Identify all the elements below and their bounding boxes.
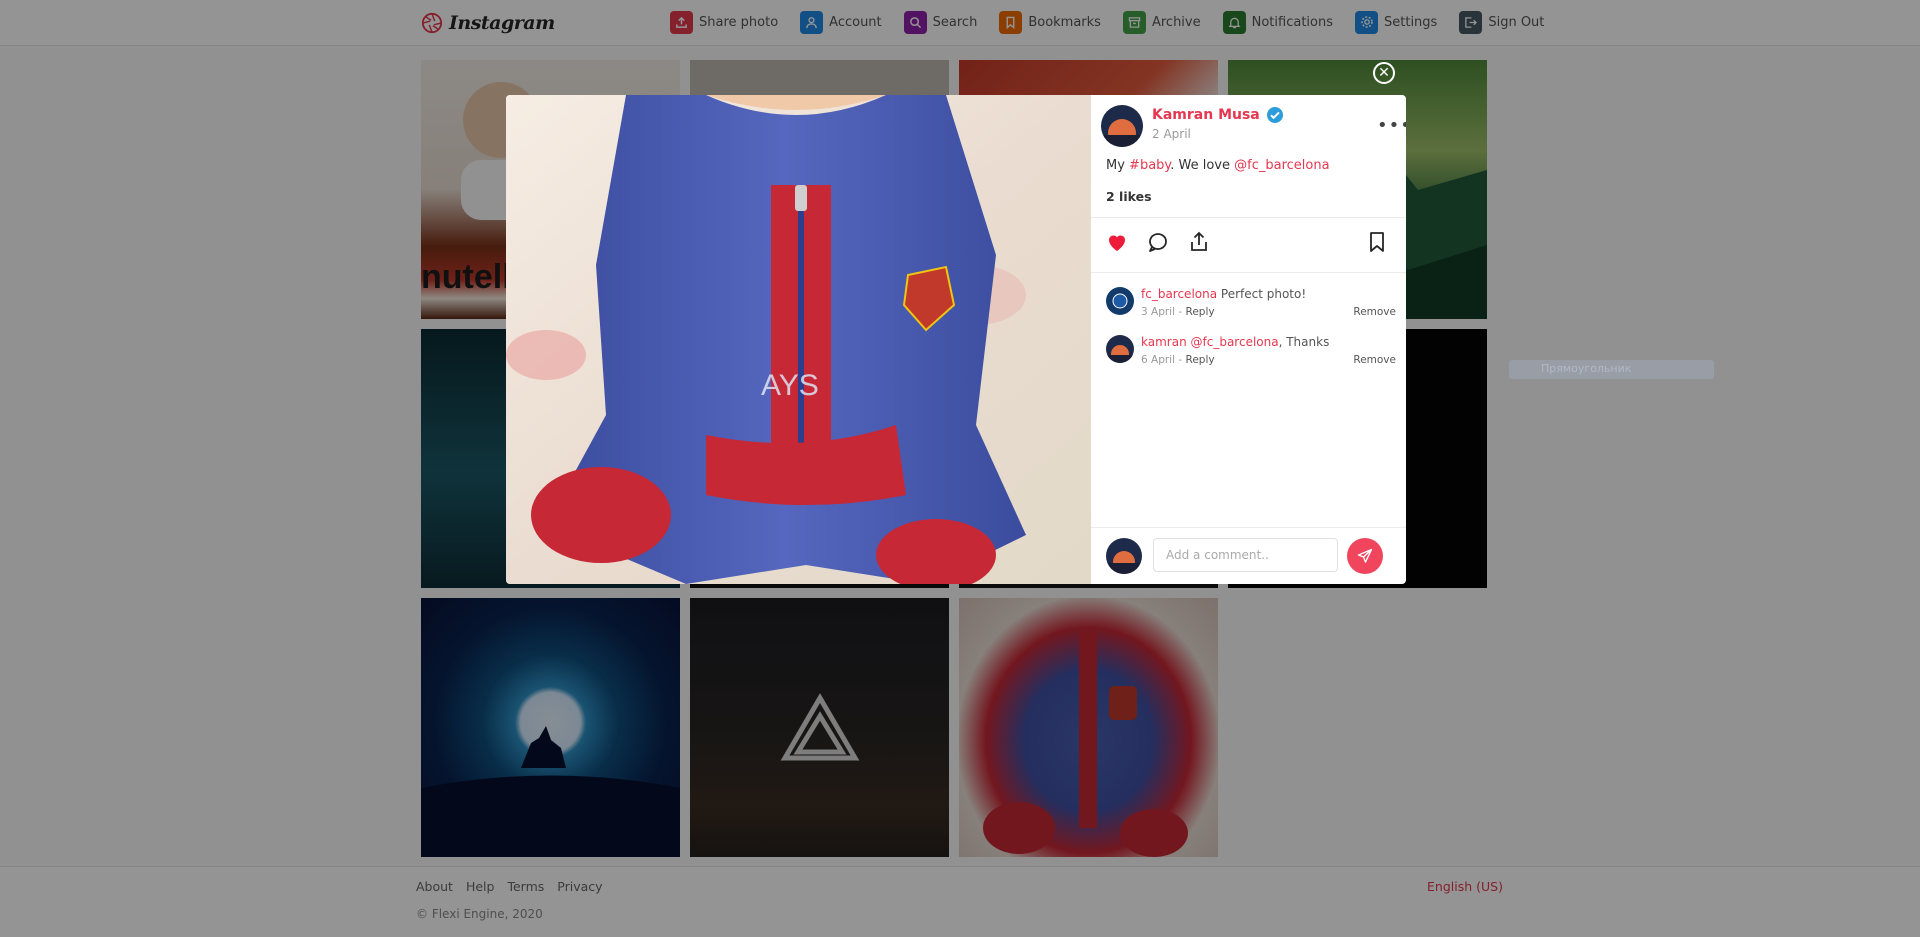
commenter-avatar[interactable] bbox=[1106, 335, 1134, 363]
avatar-image bbox=[1101, 105, 1143, 147]
author-name-link[interactable]: Kamran Musa bbox=[1152, 106, 1284, 124]
comment-mention[interactable]: @fc_barcelona bbox=[1187, 335, 1279, 349]
mention-link[interactable]: @fc_barcelona bbox=[1234, 158, 1329, 173]
comment-button[interactable] bbox=[1145, 229, 1171, 255]
comments-list: fc_barcelona Perfect photo! 3 April - Re… bbox=[1106, 287, 1396, 383]
post-modal: AYS Kamran Musa 2 April ••• My #baby. W bbox=[506, 95, 1406, 584]
share-icon bbox=[1191, 231, 1207, 251]
current-user-avatar-image bbox=[1106, 538, 1142, 574]
send-comment-button[interactable] bbox=[1347, 538, 1383, 574]
add-comment-bar bbox=[1091, 527, 1406, 584]
author-name: Kamran Musa bbox=[1152, 107, 1260, 123]
comment-username[interactable]: fc_barcelona bbox=[1141, 287, 1217, 301]
verified-badge-icon bbox=[1266, 107, 1283, 123]
comment-meta: 6 April - Reply bbox=[1141, 354, 1215, 366]
post-actions bbox=[1091, 217, 1406, 267]
author-avatar[interactable] bbox=[1101, 105, 1143, 147]
svg-text:AYS: AYS bbox=[761, 369, 819, 402]
divider bbox=[1091, 272, 1406, 273]
baby-barcelona-photo: AYS bbox=[506, 95, 1091, 584]
reply-link[interactable]: Reply bbox=[1186, 354, 1215, 366]
current-user-avatar bbox=[1106, 538, 1142, 574]
close-icon: ✕ bbox=[1378, 65, 1390, 81]
comment-input[interactable] bbox=[1153, 538, 1338, 572]
post-caption: My #baby. We love @fc_barcelona bbox=[1106, 158, 1330, 173]
comment-meta: 3 April - Reply bbox=[1141, 306, 1215, 318]
comment-icon bbox=[1149, 233, 1167, 252]
bookmark-icon bbox=[1370, 232, 1384, 252]
post-header: Kamran Musa 2 April ••• bbox=[1101, 105, 1406, 147]
hashtag-link[interactable]: #baby bbox=[1129, 158, 1170, 173]
commenter-avatar[interactable] bbox=[1106, 287, 1134, 315]
likes-count[interactable]: 2 likes bbox=[1106, 189, 1152, 204]
comment-text: fc_barcelona Perfect photo! bbox=[1141, 287, 1306, 301]
comment-username[interactable]: kamran bbox=[1141, 335, 1187, 349]
comment-body: , Thanks bbox=[1278, 335, 1330, 349]
share-button[interactable] bbox=[1186, 229, 1212, 255]
more-options-button[interactable]: ••• bbox=[1377, 115, 1406, 136]
ghost-layer-label: Прямоугольник bbox=[1509, 360, 1714, 379]
fc-barcelona-avatar-image bbox=[1106, 287, 1134, 315]
caption-text: . We love bbox=[1170, 158, 1235, 173]
heart-icon bbox=[1109, 235, 1125, 251]
comment-date: 3 April bbox=[1141, 306, 1176, 318]
like-button[interactable] bbox=[1104, 229, 1130, 255]
caption-text: My bbox=[1106, 158, 1130, 173]
reply-link[interactable]: Reply bbox=[1186, 306, 1215, 318]
comment-item: fc_barcelona Perfect photo! 3 April - Re… bbox=[1106, 287, 1396, 335]
post-sidebar: Kamran Musa 2 April ••• My #baby. We lov… bbox=[1091, 95, 1406, 584]
remove-comment-link[interactable]: Remove bbox=[1353, 354, 1396, 366]
close-modal-button[interactable]: ✕ bbox=[1373, 62, 1395, 84]
post-date: 2 April bbox=[1152, 127, 1191, 141]
post-photo[interactable]: AYS bbox=[506, 95, 1091, 584]
comment-date: 6 April bbox=[1141, 354, 1176, 366]
comment-item: kamran @fc_barcelona, Thanks 6 April - R… bbox=[1106, 335, 1396, 383]
remove-comment-link[interactable]: Remove bbox=[1353, 306, 1396, 318]
kamran-avatar-image bbox=[1106, 335, 1134, 363]
save-button[interactable] bbox=[1364, 229, 1390, 255]
comment-body: Perfect photo! bbox=[1217, 287, 1307, 301]
comment-text: kamran @fc_barcelona, Thanks bbox=[1141, 335, 1329, 349]
paper-plane-icon bbox=[1357, 548, 1373, 563]
